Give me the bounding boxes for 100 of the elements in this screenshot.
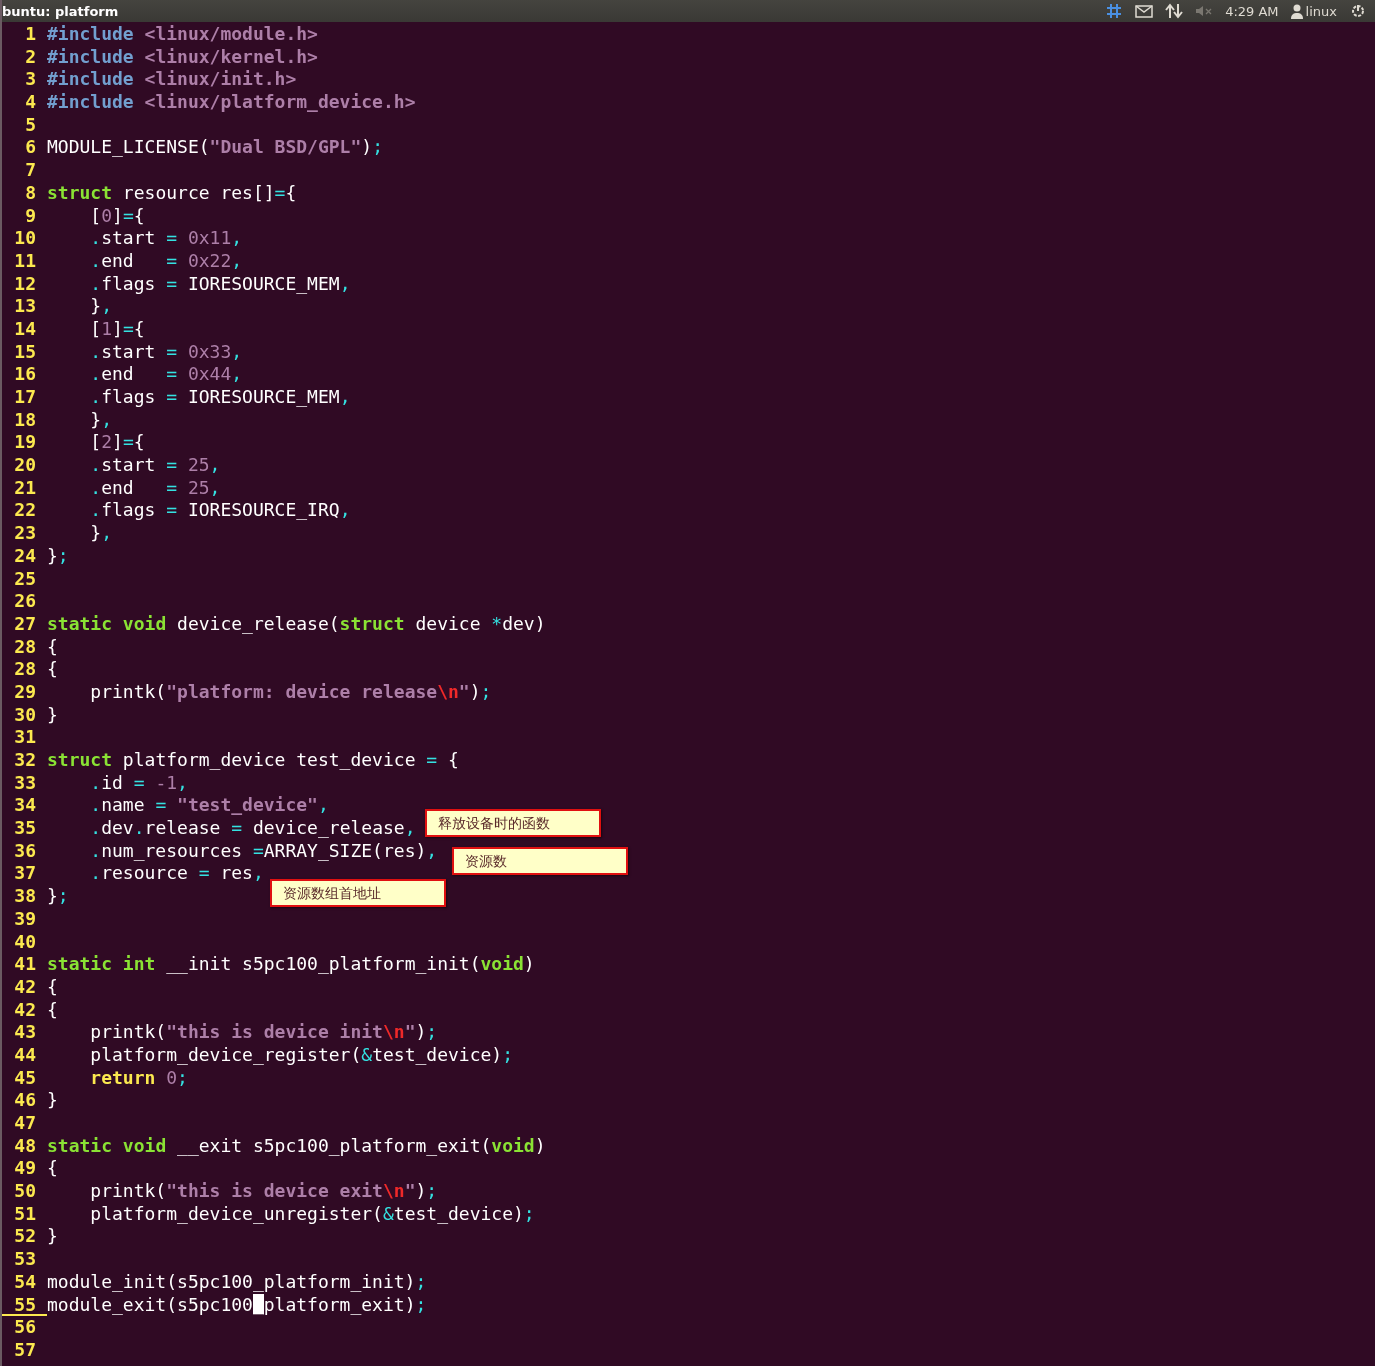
code-line: {	[47, 998, 58, 1022]
clock[interactable]: 4:29 AM	[1225, 3, 1279, 19]
code-line: },	[89, 522, 113, 545]
line-number: 40	[13, 930, 37, 954]
line-number: 57	[13, 1338, 37, 1362]
code-line: module_init(s5pc100_platform_init);	[47, 1270, 427, 1294]
line-number: 37	[13, 862, 37, 886]
code-line: printk("this is device init\n");	[89, 1021, 438, 1044]
line-number: 36	[13, 839, 37, 863]
line-number: 22	[13, 499, 37, 523]
code-line: {	[47, 1157, 58, 1181]
code-line: MODULE_LICENSE("Dual BSD/GPL");	[47, 136, 383, 160]
line-number: 8	[24, 181, 37, 205]
line-number: 56	[13, 1316, 37, 1339]
code-line: printk("platform: device release\n");	[89, 680, 492, 704]
line-number: 4	[24, 91, 37, 114]
code-line: .num_resources =ARRAY_SIZE(res),	[89, 839, 438, 863]
line-number: 15	[13, 340, 37, 364]
line-number: 55	[2, 1293, 47, 1317]
line-number: 21	[13, 476, 37, 500]
code-line: },	[89, 408, 113, 432]
line-number: 49	[13, 1157, 37, 1181]
code-line: .start = 0x33,	[89, 340, 243, 364]
line-number: 9	[24, 204, 37, 228]
line-number: 28	[13, 658, 37, 681]
code-line: static void __exit s5pc100_platform_exit(void)	[47, 1134, 546, 1158]
code-line: return 0;	[89, 1066, 188, 1090]
line-number: 23	[13, 522, 37, 545]
line-number: 7	[24, 159, 37, 182]
line-number: 34	[13, 794, 37, 818]
code-line: static int __init s5pc100_platform_init(void)	[47, 953, 535, 976]
line-number: 33	[13, 771, 37, 795]
line-number: 52	[13, 1225, 37, 1249]
power-gear-icon[interactable]	[1349, 3, 1367, 19]
code-line: }	[47, 703, 58, 727]
input-method-icon[interactable]	[1105, 3, 1124, 19]
line-number: 10	[13, 227, 37, 250]
window-title: buntu: platform	[2, 3, 119, 19]
line-number: 26	[13, 590, 37, 613]
line-number: 50	[13, 1180, 37, 1203]
line-number: 38	[13, 885, 37, 908]
line-number: 6	[24, 136, 37, 160]
code-line: printk("this is device exit\n");	[89, 1180, 438, 1203]
code-line: .start = 25,	[89, 454, 221, 477]
code-line: struct resource res[]={	[47, 181, 297, 205]
line-number: 35	[13, 817, 37, 840]
code-line: #include <linux/init.h>	[47, 68, 297, 92]
mail-icon[interactable]	[1135, 3, 1154, 19]
line-number: 3	[24, 68, 37, 92]
line-number: 20	[13, 454, 37, 477]
line-number: 39	[13, 907, 37, 931]
user-name[interactable]: linux	[1305, 3, 1337, 19]
up-down-arrows-icon[interactable]	[1165, 3, 1184, 19]
line-number: 14	[13, 317, 37, 341]
code-line: [1]={	[89, 317, 145, 341]
line-number: 47	[13, 1112, 37, 1135]
line-number: 51	[13, 1202, 37, 1226]
line-number: 28	[13, 635, 37, 659]
line-number: 1	[24, 23, 37, 46]
code-line: struct platform_device test_device = {	[47, 749, 459, 772]
code-line: .resource = res,	[89, 862, 264, 886]
line-number: 45	[13, 1066, 37, 1090]
code-line: static void device_release(struct device *dev)	[47, 612, 546, 636]
line-number: 42	[13, 998, 37, 1022]
code-line: [2]={	[89, 431, 145, 455]
code-line: .end = 25,	[89, 476, 221, 500]
line-number: 12	[13, 272, 37, 296]
code-line: },	[89, 295, 113, 318]
code-line: .flags = IORESOURCE_IRQ,	[89, 499, 351, 523]
line-number: 24	[13, 544, 37, 568]
code-line: [0]={	[89, 204, 145, 228]
code-line: {	[47, 635, 58, 659]
line-number: 13	[13, 295, 37, 318]
code-line: .start = 0x11,	[89, 227, 243, 250]
code-line: }	[47, 1225, 58, 1249]
code-line: };	[47, 544, 69, 568]
line-number: 25	[13, 567, 37, 591]
person-icon[interactable]	[1290, 3, 1303, 19]
code-line: .id = -1,	[89, 771, 188, 795]
line-number: 18	[13, 408, 37, 432]
line-number: 32	[13, 749, 37, 772]
annotation-note: 资源数	[452, 847, 628, 875]
muted-speaker-icon[interactable]	[1195, 3, 1214, 19]
line-number: 17	[13, 386, 37, 409]
line-number: 44	[13, 1043, 37, 1067]
line-number: 43	[13, 1021, 37, 1044]
annotation-note: 资源数组首地址	[270, 879, 446, 907]
code-line: .flags = IORESOURCE_MEM,	[89, 386, 351, 409]
code-line: };	[47, 885, 69, 908]
code-line: }	[47, 1089, 58, 1112]
code-line: .end = 0x44,	[89, 363, 243, 386]
code-line: .name = "test_device",	[89, 794, 329, 818]
code-line: {	[47, 658, 58, 681]
line-number: 29	[13, 680, 37, 704]
line-number: 11	[13, 249, 37, 273]
line-number: 54	[13, 1270, 37, 1294]
code-line: #include <linux/platform_device.h>	[47, 91, 416, 114]
line-number: 30	[13, 703, 37, 727]
code-line: #include <linux/kernel.h>	[47, 45, 318, 69]
code-line: platform_device_register(&test_device);	[89, 1043, 513, 1067]
